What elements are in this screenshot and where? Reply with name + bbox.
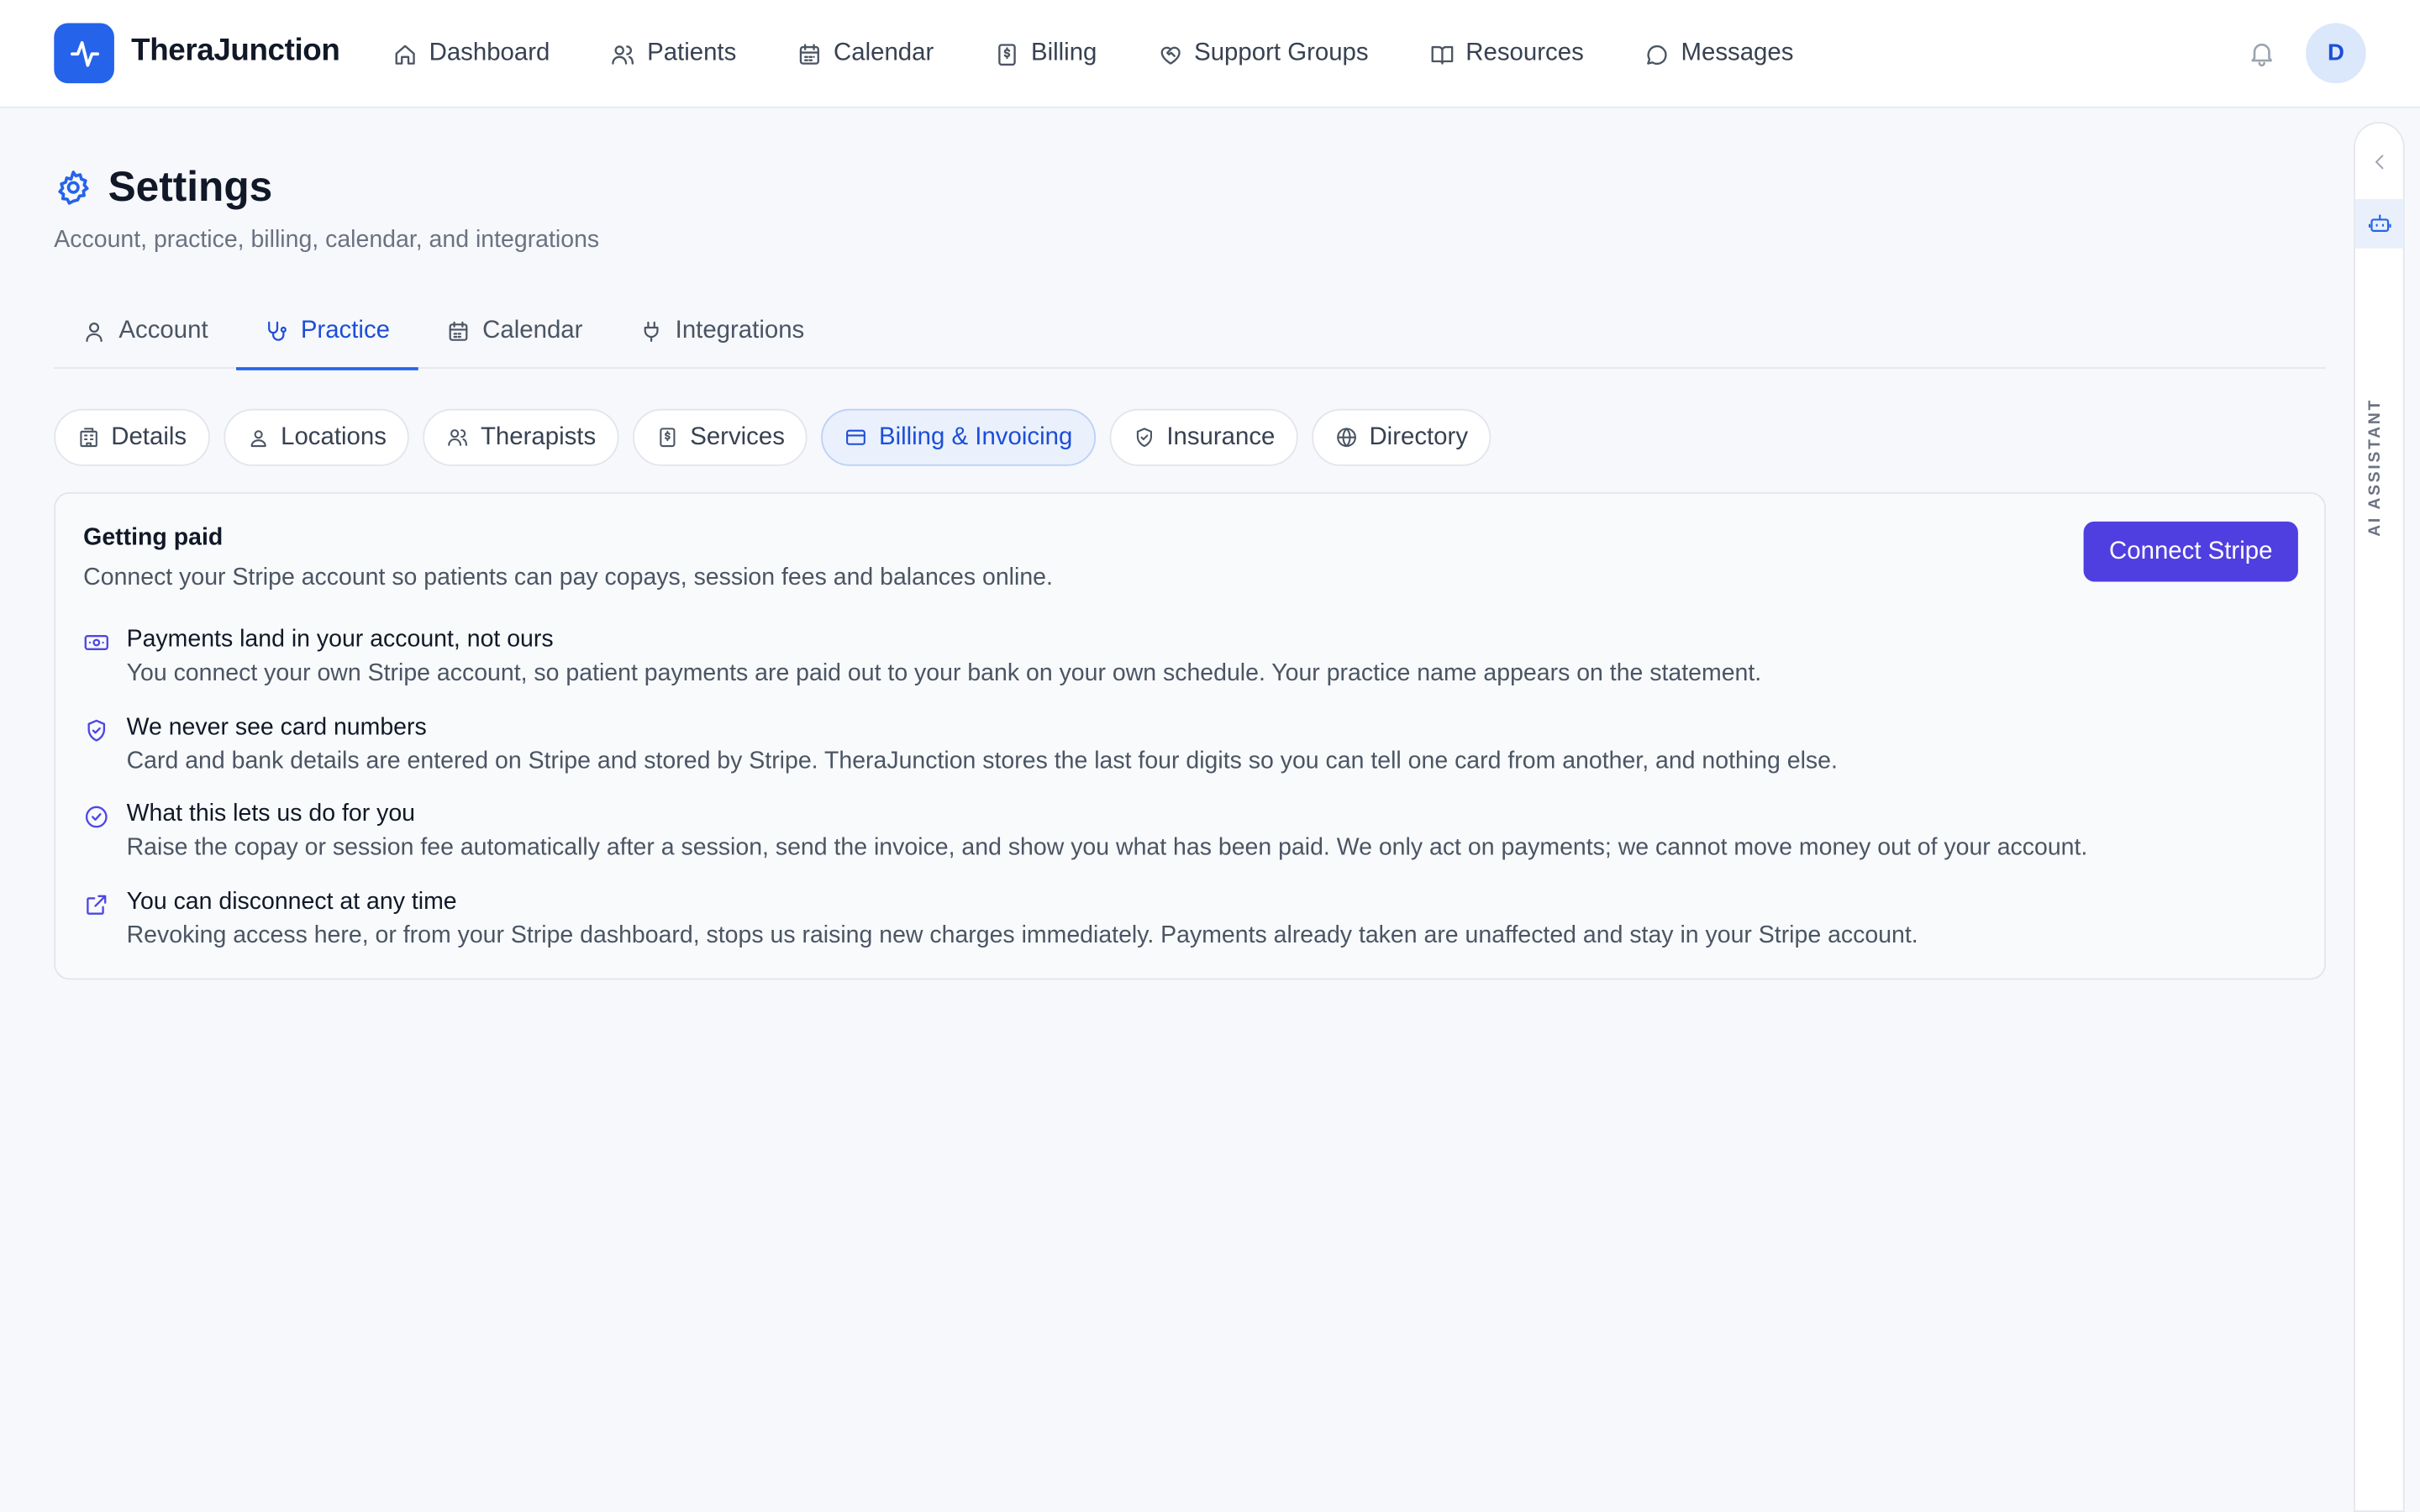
subtab-label: Services — [690, 423, 785, 450]
nav-item-support-groups[interactable]: Support Groups — [1157, 40, 1369, 68]
nav-item-label: Billing — [1030, 39, 1097, 66]
users-icon — [610, 41, 636, 67]
logo-icon[interactable] — [54, 23, 114, 84]
users-icon — [447, 426, 471, 449]
tab-label: Calendar — [482, 318, 583, 344]
app-name[interactable]: TheraJunction — [131, 34, 340, 69]
nav-item-label: Dashboard — [429, 39, 550, 66]
feature-title: We never see card numbers — [126, 714, 427, 741]
feature-title: You can disconnect at any time — [126, 888, 457, 916]
subtab-billing-invoicing[interactable]: Billing & Invoicing — [822, 408, 1096, 466]
tab-label: Account — [118, 318, 208, 344]
tab-practice[interactable]: Practice — [235, 297, 418, 370]
tab-label: Integrations — [675, 318, 805, 344]
nav-item-patients[interactable]: Patients — [610, 40, 736, 68]
building-icon — [77, 426, 101, 449]
nav-item-label: Patients — [647, 39, 737, 66]
nav-item-resources[interactable]: Resources — [1428, 40, 1584, 68]
ai-assistant-panel[interactable]: AI ASSISTANT — [2354, 122, 2405, 1512]
bot-icon[interactable] — [2354, 198, 2403, 249]
nav-item-billing[interactable]: Billing — [994, 40, 1097, 68]
page-heading: Settings — [54, 164, 272, 212]
card-description: Connect your Stripe account so patients … — [83, 564, 1053, 591]
subtab-label: Therapists — [480, 423, 597, 450]
calendar-icon — [445, 319, 470, 344]
page-title: Settings — [108, 163, 273, 210]
subtab-insurance[interactable]: Insurance — [1109, 408, 1298, 466]
feature-text: You connect your own Stripe account, so … — [126, 660, 1762, 687]
book-open-icon — [1428, 41, 1455, 67]
settings-tabs: Account Practice Calendar Integrations — [54, 297, 2326, 370]
receipt-icon — [994, 41, 1020, 67]
practice-subtabs: Details Locations Therapists Services Bi… — [54, 408, 1491, 466]
shield-check-icon — [1133, 426, 1156, 449]
subtab-details[interactable]: Details — [54, 408, 210, 466]
app-page: TheraJunction Dashboard Patients Calenda… — [0, 0, 2420, 1512]
avatar[interactable]: D — [2306, 23, 2366, 84]
subtab-label: Directory — [1369, 423, 1469, 450]
tab-label: Practice — [300, 318, 390, 344]
message-circle-icon — [1644, 41, 1670, 67]
subtab-services[interactable]: Services — [633, 408, 808, 466]
subtab-locations[interactable]: Locations — [224, 408, 410, 466]
nav-item-label: Resources — [1465, 39, 1584, 66]
gear-icon — [54, 168, 92, 207]
home-icon — [392, 41, 418, 67]
subtab-label: Insurance — [1166, 423, 1276, 450]
receipt-icon — [656, 426, 680, 449]
tab-account[interactable]: Account — [54, 297, 235, 367]
tab-calendar[interactable]: Calendar — [418, 297, 610, 367]
tab-integrations[interactable]: Integrations — [611, 297, 833, 367]
page-subtitle: Account, practice, billing, calendar, an… — [54, 227, 600, 254]
nav-item-label: Support Groups — [1194, 39, 1369, 66]
chevron-left-icon[interactable] — [2369, 151, 2391, 173]
nav-item-dashboard[interactable]: Dashboard — [392, 40, 550, 68]
calendar-icon — [797, 41, 823, 67]
main-nav: Dashboard Patients Calendar Billing Supp… — [392, 0, 1854, 108]
globe-icon — [1335, 426, 1359, 449]
map-pin-user-icon — [247, 426, 271, 449]
nav-item-label: Messages — [1681, 39, 1794, 66]
top-bar: TheraJunction Dashboard Patients Calenda… — [0, 0, 2420, 108]
subtab-therapists[interactable]: Therapists — [424, 408, 619, 466]
plug-icon — [639, 319, 663, 344]
subtab-directory[interactable]: Directory — [1312, 408, 1491, 466]
nav-item-calendar[interactable]: Calendar — [797, 40, 934, 68]
card-title: Getting paid — [83, 524, 224, 551]
subtab-label: Details — [111, 423, 187, 450]
getting-paid-card: Getting paid Connect your Stripe account… — [54, 491, 2326, 980]
feature-title: What this lets us do for you — [126, 801, 415, 827]
subtab-label: Billing & Invoicing — [878, 423, 1073, 450]
credit-card-icon — [845, 426, 869, 449]
nav-item-messages[interactable]: Messages — [1644, 40, 1793, 68]
feature-title: Payments land in your account, not ours — [126, 626, 554, 653]
user-icon — [82, 319, 106, 344]
stethoscope-icon — [264, 319, 288, 344]
ai-assistant-label: AI ASSISTANT — [2365, 397, 2385, 537]
feature-text: Card and bank details are entered on Str… — [126, 748, 1838, 775]
feature-text: Revoking access here, or from your Strip… — [126, 922, 1918, 949]
heart-handshake-icon — [1157, 41, 1183, 67]
subtab-label: Locations — [281, 423, 387, 450]
nav-item-label: Calendar — [834, 39, 934, 66]
connect-stripe-button[interactable]: Connect Stripe — [2083, 521, 2298, 582]
feature-text: Raise the copay or session fee automatic… — [126, 834, 2088, 861]
bell-icon[interactable] — [2247, 39, 2276, 68]
